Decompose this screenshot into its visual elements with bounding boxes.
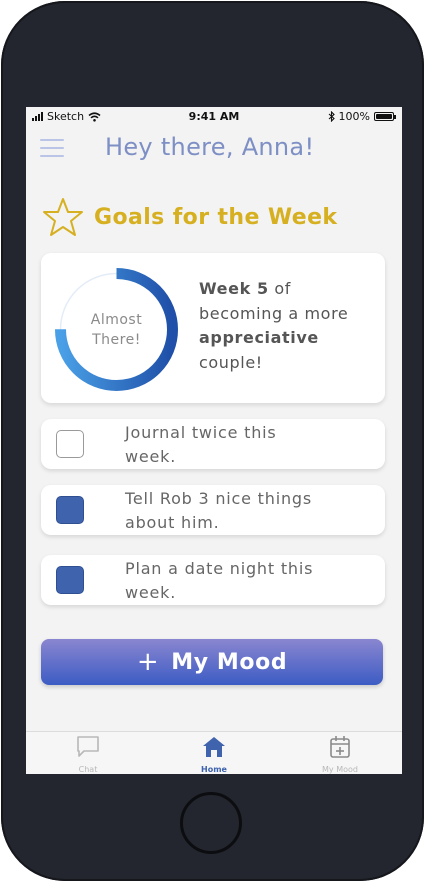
goal-text-of: of — [268, 279, 292, 298]
progress-ring-label: Almost There! — [54, 267, 179, 392]
goal-description: Week 5 of becoming a more appreciative c… — [199, 277, 379, 375]
tab-bar: Chat Home My Mood — [26, 731, 402, 774]
task-label: Journal twice this week. — [125, 423, 277, 466]
goal-text-becoming: becoming a more — [199, 303, 349, 323]
my-mood-button-label: My Mood — [171, 649, 288, 675]
tab-home-label: Home — [201, 765, 227, 774]
progress-label-line2: There! — [92, 331, 141, 348]
task-item[interactable]: Plan a date night this week. — [41, 555, 385, 605]
task-checkbox[interactable] — [56, 566, 84, 594]
progress-label-line1: Almost — [90, 311, 143, 328]
goals-header: Goals for the Week — [42, 197, 337, 237]
task-item[interactable]: Journal twice this week. — [41, 419, 385, 469]
chat-bubble-icon — [77, 736, 99, 757]
task-item[interactable]: Tell Rob 3 nice things about him. — [41, 485, 385, 535]
status-right: 100% — [328, 110, 396, 123]
task-checkbox[interactable] — [56, 430, 84, 458]
tab-chat-label: Chat — [78, 765, 98, 774]
battery-icon — [374, 112, 396, 121]
task-label: Plan a date night this week. — [125, 559, 314, 602]
weekly-goal-card: Almost There! Week 5 of becoming a more … — [41, 253, 385, 403]
star-icon — [43, 198, 83, 236]
tab-chat[interactable]: Chat — [38, 735, 138, 774]
calendar-plus-icon — [330, 736, 350, 758]
tab-my-mood-label: My Mood — [322, 765, 358, 774]
goals-title: Goals for the Week — [94, 204, 338, 230]
bluetooth-icon — [328, 111, 335, 122]
week-label: Week 5 — [199, 279, 269, 298]
my-mood-button[interactable]: + My Mood — [41, 639, 383, 685]
app-screen: Sketch 9:41 AM 100% Hey there, Anna! Goa… — [26, 107, 402, 774]
plus-icon: + — [136, 647, 160, 677]
phone-home-button[interactable] — [180, 792, 242, 854]
tab-home[interactable]: Home — [164, 735, 264, 774]
goal-text-appreciative: appreciative — [199, 328, 319, 347]
home-icon — [203, 737, 225, 757]
task-label: Tell Rob 3 nice things about him. — [125, 489, 312, 532]
greeting-title: Hey there, Anna! — [105, 133, 315, 161]
tab-my-mood[interactable]: My Mood — [290, 735, 390, 774]
status-bar: Sketch 9:41 AM 100% — [26, 107, 402, 127]
task-checkbox[interactable] — [56, 496, 84, 524]
hamburger-menu-icon[interactable] — [40, 139, 64, 163]
battery-percent: 100% — [338, 110, 370, 123]
goal-text-couple: couple! — [199, 352, 263, 372]
